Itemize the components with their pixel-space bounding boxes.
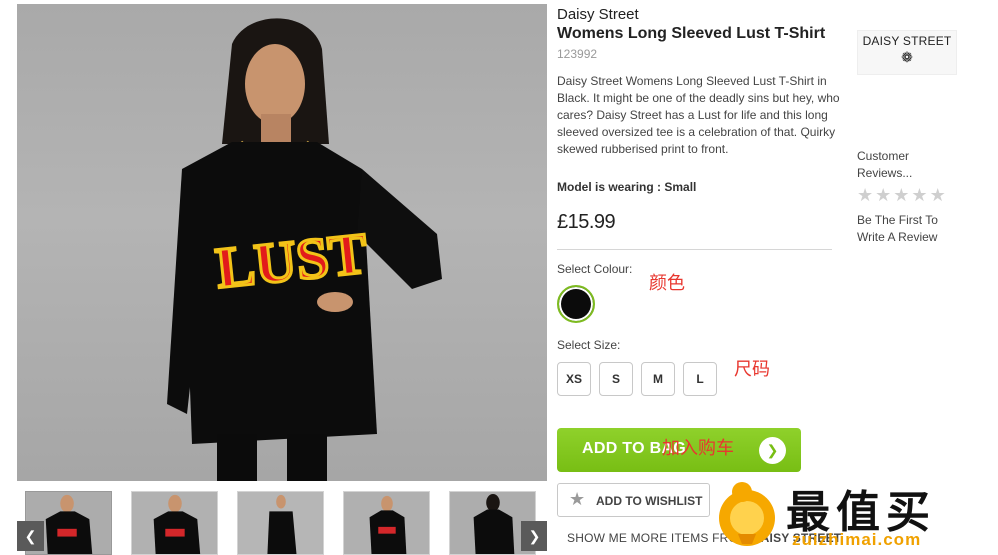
watermark-logo-icon [719,482,775,546]
colour-swatch-black[interactable] [557,285,595,323]
model-size-info: Model is wearing : Small [557,180,697,194]
watermark-url: zuizhimai.com [792,530,922,549]
brand-logo[interactable]: DAISY STREET ❁ [857,30,957,75]
size-label: Select Size: [557,338,621,352]
size-annotation: 尺码 [734,359,770,380]
model-photo: LUST [167,18,442,481]
size-button-s[interactable]: S [599,362,633,396]
brand-logo-text: DAISY STREET [862,34,952,48]
reviews-title: Customer Reviews... [857,149,913,180]
size-button-xs[interactable]: XS [557,362,591,396]
thumbnail-image [344,492,429,554]
thumbnail-image [132,492,217,554]
rating-stars: ★★★★★ [857,185,948,206]
star-icon: ★ [893,185,912,205]
add-to-bag-button[interactable]: ADD TO BAG 加入购车 ❯ [557,428,801,472]
thumbnail-3[interactable] [237,491,324,555]
size-button-l[interactable]: L [683,362,717,396]
divider [557,249,832,250]
star-icon: ★ [929,185,948,205]
product-price: £15.99 [557,211,616,233]
thumbnail-2[interactable] [131,491,218,555]
size-button-m[interactable]: M [641,362,675,396]
thumbnail-4[interactable] [343,491,430,555]
product-brand[interactable]: Daisy Street [557,6,639,23]
thumbnail-image [238,492,323,554]
add-to-bag-annotation: 加入购车 [662,438,734,459]
product-title: Womens Long Sleeved Lust T-Shirt [557,25,826,42]
colour-annotation: 颜色 [649,273,685,294]
product-sku: 123992 [557,47,598,61]
colour-label: Select Colour: [557,262,633,276]
add-to-wishlist-button[interactable]: ★ ADD TO WISHLIST [557,483,710,517]
write-review-link[interactable]: Be The First To Write A Review [857,212,967,246]
star-icon: ★ [857,185,876,205]
chevron-left-icon[interactable]: ❮ [17,521,44,551]
site-watermark: 最值买 zuizhimai.com [708,470,998,555]
star-icon: ★ [911,185,930,205]
chevron-right-icon: ❯ [759,437,786,464]
flower-icon: ❁ [901,49,913,65]
star-icon: ★ [875,185,894,205]
star-icon: ★ [569,489,586,509]
add-to-wishlist-label: ADD TO WISHLIST [596,494,703,508]
chevron-right-icon[interactable]: ❯ [521,521,547,551]
product-description: Daisy Street Womens Long Sleeved Lust T-… [557,74,840,156]
thumbnail-strip: ❮ ❯ [17,490,547,555]
product-main-image[interactable]: LUST [17,4,547,481]
